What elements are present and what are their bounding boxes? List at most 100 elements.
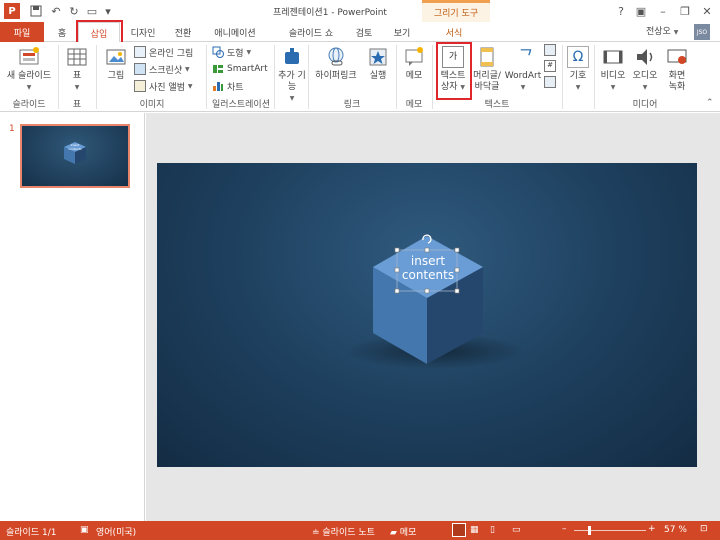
tab-view[interactable]: 보기 xyxy=(388,22,416,42)
table-button[interactable]: 표 ▼ xyxy=(62,46,92,93)
spelling-icon[interactable]: ▣ xyxy=(80,525,89,535)
tab-design[interactable]: 디자인 xyxy=(124,22,162,42)
hyperlink-button[interactable]: 하이퍼링크 xyxy=(310,46,362,82)
new-slide-button[interactable]: 새 슬라이드 ▼ xyxy=(4,46,54,93)
separator xyxy=(58,45,59,109)
tab-review[interactable]: 검토 xyxy=(350,22,378,42)
symbols-dropdown-icon: ▼ xyxy=(575,84,581,91)
language-status[interactable]: 영어(미국) xyxy=(96,525,136,538)
screen-recording-icon xyxy=(666,46,688,68)
chart-button[interactable]: 차트 xyxy=(212,79,244,93)
slide-textbox[interactable]: insert contents xyxy=(396,254,460,282)
tab-slideshow[interactable]: 슬라이드 쇼 xyxy=(280,22,342,42)
tab-animations[interactable]: 애니메이션 xyxy=(204,22,266,42)
table-label: 표 xyxy=(72,71,82,81)
date-time-icon[interactable] xyxy=(544,44,556,56)
symbols-label: 기호 xyxy=(569,71,587,81)
online-picture-label: 온라인 그림 xyxy=(149,48,194,59)
tab-transitions[interactable]: 전환 xyxy=(168,22,198,42)
zoom-slider-track[interactable] xyxy=(574,530,646,531)
new-slide-icon xyxy=(18,46,40,68)
cube-shape[interactable] xyxy=(157,163,697,467)
symbols-button[interactable]: Ω 기호 ▼ xyxy=(564,46,592,93)
shapes-label: 도형 xyxy=(227,48,244,59)
zoom-out-button[interactable]: – xyxy=(562,524,567,534)
slide-number-icon[interactable]: # xyxy=(544,60,556,72)
ribbon-display-button[interactable]: ▣ xyxy=(632,3,650,19)
wordart-icon: ᄀ xyxy=(515,46,531,67)
slide-sorter-icon[interactable]: ▦ xyxy=(470,525,479,535)
comment-button[interactable]: 메모 xyxy=(400,46,428,82)
chart-label: 차트 xyxy=(227,82,244,93)
tab-file[interactable]: 파일 xyxy=(0,22,44,42)
slideshow-view-icon[interactable]: ▭ xyxy=(512,525,521,535)
photo-album-button[interactable]: 사진 앨범 ▼ xyxy=(134,79,192,93)
user-name-label: 전상오 xyxy=(646,27,671,37)
audio-label: 오디오 xyxy=(632,71,658,81)
customize-qat-icon[interactable]: ▾ xyxy=(100,3,116,19)
wordart-button[interactable]: ᄀ WordArt ▼ xyxy=(504,46,542,93)
group-label-comments: 메모 xyxy=(405,100,423,110)
wordart-dropdown-icon: ▼ xyxy=(520,84,526,91)
video-button[interactable]: 비디오 ▼ xyxy=(598,46,628,93)
zoom-slider-thumb[interactable] xyxy=(588,526,591,535)
close-button[interactable]: ✕ xyxy=(698,3,716,19)
video-label: 비디오 xyxy=(600,71,626,81)
collapse-ribbon-icon[interactable]: ⌃ xyxy=(706,98,714,108)
audio-button[interactable]: 오디오 ▼ xyxy=(630,46,660,93)
online-picture-button[interactable]: 온라인 그림 xyxy=(134,45,193,59)
audio-dropdown-icon: ▼ xyxy=(642,84,648,91)
screenshot-icon xyxy=(134,63,146,75)
header-footer-button[interactable]: 머리글/ 바닥글 xyxy=(472,46,502,93)
user-dropdown-icon[interactable]: ▼ xyxy=(674,29,679,36)
group-label-slides: 슬라이드 xyxy=(12,100,46,110)
save-icon[interactable] xyxy=(28,3,44,19)
group-label-tables: 표 xyxy=(72,100,82,110)
user-avatar[interactable]: JSO xyxy=(694,24,710,40)
slide-text-line2: contents xyxy=(401,268,455,282)
start-slideshow-icon[interactable]: ▭ xyxy=(84,3,100,19)
slide-number: 1 xyxy=(9,124,15,134)
comments-button[interactable]: ▰ 메모 xyxy=(390,525,416,538)
tab-home[interactable]: 홈 xyxy=(50,22,74,42)
restore-button[interactable]: ❐ xyxy=(676,3,694,19)
minimize-button[interactable]: – xyxy=(654,3,672,19)
normal-view-icon[interactable] xyxy=(452,523,466,537)
comments-status-label: 메모 xyxy=(399,528,417,538)
object-icon[interactable] xyxy=(544,76,556,88)
ribbon-insert: 새 슬라이드 ▼ 슬라이드 표 ▼ 표 그림 온라인 그림 스크린샷 ▼ 사진 … xyxy=(0,42,720,112)
picture-icon xyxy=(105,46,127,68)
notes-button[interactable]: ≐ 슬라이드 노트 xyxy=(312,525,375,538)
reading-view-icon[interactable]: ▯ xyxy=(490,525,495,535)
context-tab-group: 그리기 도구 xyxy=(422,0,490,22)
new-slide-dropdown-icon: ▼ xyxy=(26,84,32,91)
zoom-in-button[interactable]: + xyxy=(648,524,656,534)
addins-button[interactable]: 추가 기능 ▼ xyxy=(276,46,308,104)
zoom-level[interactable]: 57 % xyxy=(664,525,687,535)
tab-format[interactable]: 서식 xyxy=(436,22,472,42)
table-dropdown-icon: ▼ xyxy=(74,84,80,91)
screenshot-label: 스크린샷 xyxy=(149,65,183,76)
screen-recording-button[interactable]: 화면 녹화 xyxy=(662,46,692,93)
addins-dropdown-icon: ▼ xyxy=(289,95,295,102)
slide-count-status: 슬라이드 1/1 xyxy=(6,528,57,538)
smartart-button[interactable]: SmartArt xyxy=(212,62,268,76)
header-footer-label-line2: 바닥글 xyxy=(474,82,500,92)
shapes-button[interactable]: 도형 ▼ xyxy=(212,45,251,59)
shapes-dropdown-icon: ▼ xyxy=(246,48,252,56)
screenshot-dropdown-icon: ▼ xyxy=(185,65,190,73)
action-button[interactable]: 실행 xyxy=(364,46,392,82)
redo-icon[interactable]: ↻ xyxy=(66,3,82,19)
chart-icon xyxy=(212,80,224,92)
screen-recording-label-line2: 녹화 xyxy=(668,82,686,92)
user-name[interactable]: 전상오 ▼ xyxy=(646,24,678,37)
undo-icon[interactable]: ↶ xyxy=(48,3,64,19)
slide-thumbnail[interactable]: insert contents xyxy=(20,124,130,188)
fit-to-window-icon[interactable]: ⊡ xyxy=(700,524,708,534)
photo-album-dropdown-icon: ▼ xyxy=(187,82,193,90)
picture-button[interactable]: 그림 xyxy=(100,46,132,82)
comment-icon xyxy=(403,46,425,68)
screenshot-button[interactable]: 스크린샷 ▼ xyxy=(134,62,190,76)
help-button[interactable]: ? xyxy=(612,3,630,19)
addins-icon xyxy=(281,46,303,68)
